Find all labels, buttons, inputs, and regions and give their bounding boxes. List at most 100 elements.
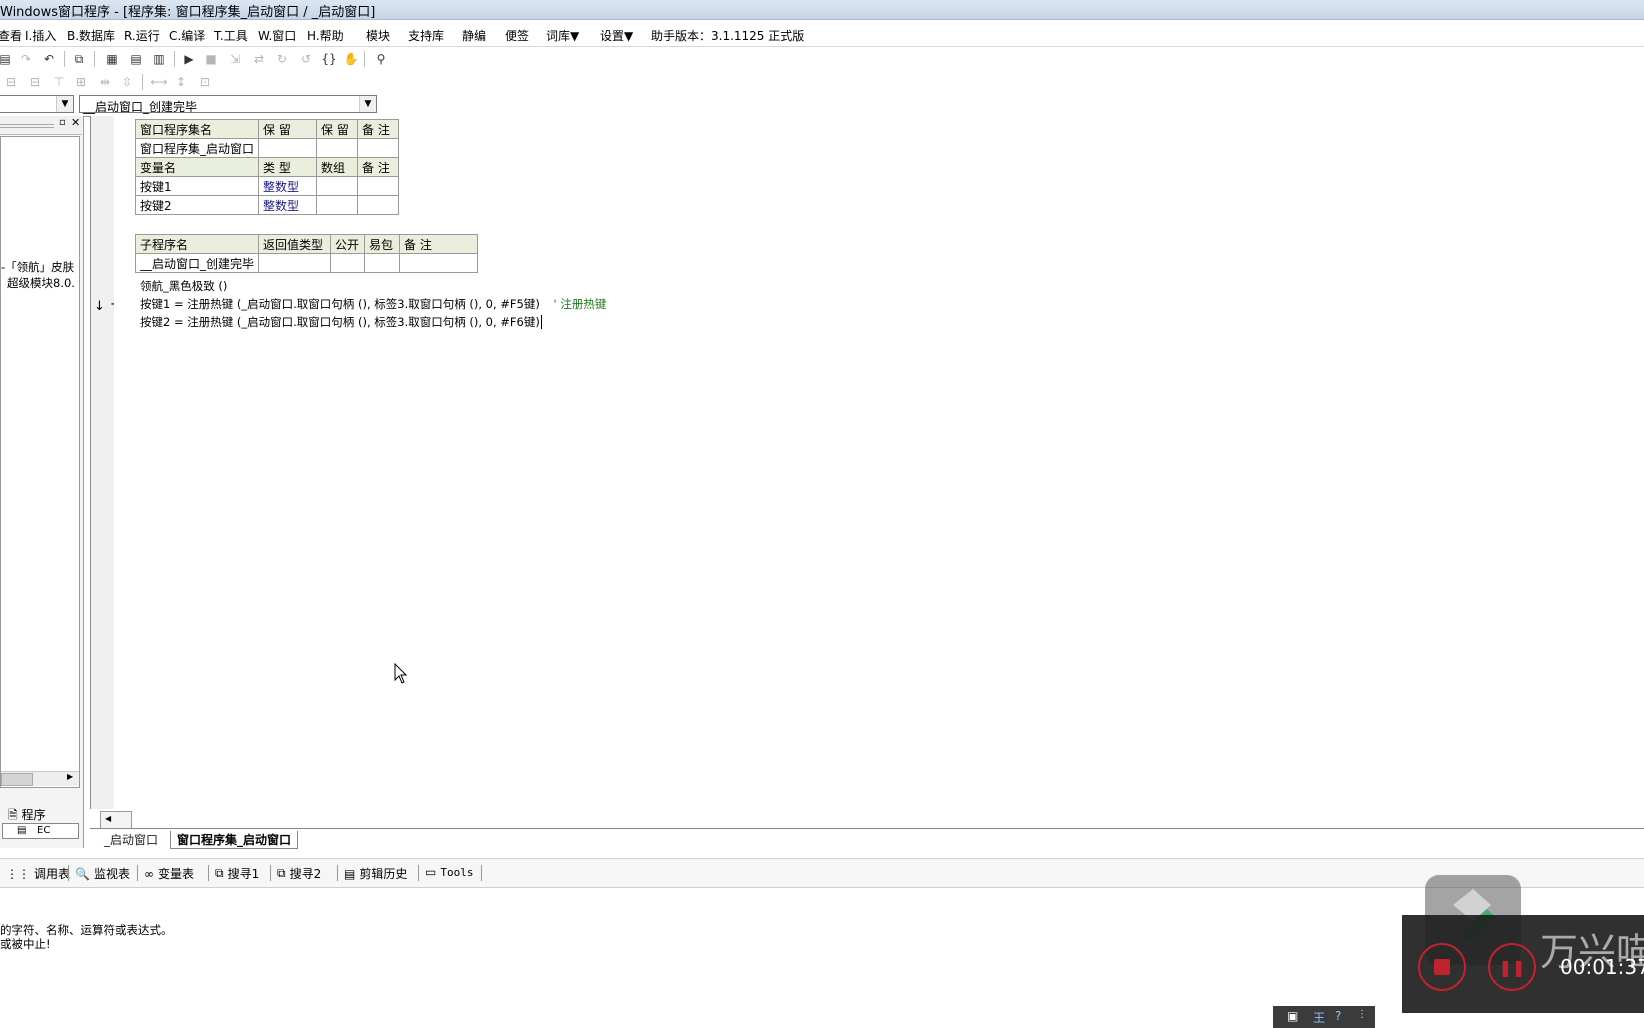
table-cell[interactable]: __启动窗口_创建完毕 <box>134 253 260 273</box>
undo-icon[interactable]: ↶ <box>40 50 58 68</box>
same-height-icon[interactable]: ↕ <box>172 73 190 91</box>
layout2-icon[interactable]: ▤ <box>127 50 145 68</box>
ec-icon: ▤ <box>17 825 27 836</box>
chevron-down-icon[interactable]: ▼ <box>56 96 73 112</box>
output-line: 或被中止! <box>0 937 51 951</box>
table-header: 备 注 <box>399 234 479 254</box>
tab-assembly[interactable]: 窗口程序集_启动窗口 <box>170 831 299 849</box>
code-line-3[interactable]: 按键2 = 注册热键 (_启动窗口.取窗口句柄 (), 标签3.取窗口句柄 ()… <box>140 314 542 330</box>
menu-view[interactable]: 查看 <box>0 27 22 44</box>
horizontal-scrollbar[interactable]: ▶ <box>1 771 79 786</box>
align-middle-icon[interactable]: ⊞ <box>72 73 90 91</box>
maximize-icon[interactable]: ▫ <box>59 117 66 128</box>
table-cell[interactable] <box>316 195 359 215</box>
menu-tools[interactable]: T.工具 <box>214 27 248 44</box>
step-icon-3[interactable]: ↻ <box>273 50 291 68</box>
chevron-right-icon[interactable]: ▶ <box>67 772 73 781</box>
table-cell[interactable] <box>258 253 332 273</box>
code-line-1[interactable]: 领航_黑色极致 () <box>140 278 227 294</box>
step-icon-1[interactable]: ⇲ <box>226 50 244 68</box>
menu-settings[interactable]: 设置▼ <box>600 27 633 44</box>
program-tree[interactable]: -「领航」皮肤 超级模块8.0. ▶ <box>0 136 80 788</box>
menu-database[interactable]: B.数据库 <box>67 27 115 44</box>
menu-notes[interactable]: 便签 <box>505 27 529 44</box>
menu-run[interactable]: R.运行 <box>124 27 160 44</box>
same-width-icon[interactable]: ⟷ <box>150 73 168 91</box>
table-cell[interactable]: 按键2 <box>134 195 260 215</box>
table-cell[interactable] <box>357 138 400 158</box>
paste-icon[interactable]: ▤ <box>0 50 14 68</box>
align-left-icon[interactable]: ⊟ <box>2 73 20 91</box>
stop-record-button[interactable] <box>1418 943 1466 991</box>
tab-clip-history[interactable]: ▤ 剪辑历史 <box>344 865 407 882</box>
table-cell[interactable] <box>399 253 479 273</box>
table-cell[interactable] <box>258 138 318 158</box>
table-header: 子程序名 <box>134 234 260 254</box>
help-icon[interactable]: ? <box>1335 1009 1341 1023</box>
table-cell[interactable] <box>357 195 400 215</box>
tab-call-table[interactable]: ⋮⋮ 调用表 <box>6 865 70 882</box>
step-icon-2[interactable]: ⇄ <box>250 50 268 68</box>
object-combo[interactable]: ▼ <box>0 95 74 113</box>
table-cell[interactable]: 整数型 <box>258 176 318 196</box>
chevron-down-icon[interactable]: ▼ <box>359 96 376 112</box>
menu-help[interactable]: H.帮助 <box>307 27 344 44</box>
tree-item[interactable]: 超级模块8.0. <box>7 275 75 291</box>
find-icon[interactable]: ⧉ <box>70 50 88 68</box>
tab-search-2[interactable]: ⧉ 搜寻2 <box>277 865 321 882</box>
editor-scroll-left[interactable]: ◀ <box>100 811 132 829</box>
run-icon[interactable]: ▶ <box>180 50 198 68</box>
table-cell[interactable] <box>316 176 359 196</box>
braces-icon[interactable]: {} <box>320 50 338 68</box>
hand-icon[interactable]: ✋ <box>342 50 360 68</box>
code-line-2[interactable]: 按键1 = 注册热键 (_启动窗口.取窗口句柄 (), 标签3.取窗口句柄 ()… <box>140 296 606 312</box>
event-combo[interactable]: __启动窗口_创建完毕 ▼ <box>79 95 377 114</box>
align-top-icon[interactable]: ⊤ <box>50 73 68 91</box>
table-cell[interactable] <box>330 253 366 273</box>
tab-search-1[interactable]: ⧉ 搜寻1 <box>215 865 259 882</box>
stop-icon[interactable]: ■ <box>202 50 220 68</box>
tray-app-icon[interactable]: ▣ <box>1287 1009 1298 1023</box>
menu-module[interactable]: 模块 <box>366 27 390 44</box>
table-cell[interactable]: 窗口程序集_启动窗口 <box>134 138 260 158</box>
glasses-icon: ∞ <box>144 866 154 881</box>
tab-variables[interactable]: ∞ 变量表 <box>144 865 194 882</box>
table-cell[interactable]: 整数型 <box>258 195 318 215</box>
tree-item[interactable]: -「领航」皮肤 <box>1 259 74 275</box>
table-header: 返回值类型 <box>258 234 332 254</box>
align-center-icon[interactable]: ⊟ <box>26 73 44 91</box>
space-v-icon[interactable]: ⇳ <box>118 73 136 91</box>
table-cell[interactable]: 按键1 <box>134 176 260 196</box>
text-cursor: ​ <box>540 315 542 329</box>
menu-support-lib[interactable]: 支持库 <box>408 27 444 44</box>
menu-window[interactable]: W.窗口 <box>258 27 296 44</box>
space-h-icon[interactable]: ⇹ <box>96 73 114 91</box>
layout1-icon[interactable]: ▦ <box>103 50 121 68</box>
menu-lexicon[interactable]: 词库▼ <box>546 27 579 44</box>
redo-icon[interactable]: ↷ <box>17 50 35 68</box>
tab-tools[interactable]: ▭ Tools <box>425 865 473 879</box>
layout3-icon[interactable]: ▥ <box>150 50 168 68</box>
tab-ec[interactable]: ▤ EC <box>2 823 79 839</box>
table-cell[interactable] <box>357 176 400 196</box>
ime-icon[interactable]: 王 <box>1313 1009 1325 1026</box>
code-editor[interactable]: 窗口程序集名 保 留 保 留 备 注 窗口程序集_启动窗口 变量名 类 型 数组… <box>100 116 1644 829</box>
table-cell[interactable] <box>364 253 401 273</box>
output-panel: 的字符、名称、运算符或表达式。 或被中止! <box>0 888 1644 1018</box>
tray-menu-icon[interactable]: ⋮ <box>1357 1009 1367 1020</box>
table-cell[interactable] <box>316 138 359 158</box>
tab-watch[interactable]: 🔍 监视表 <box>75 865 130 882</box>
menu-compile[interactable]: C.编译 <box>169 27 205 44</box>
menu-static-compile[interactable]: 静编 <box>462 27 486 44</box>
table-header: 备 注 <box>357 157 400 177</box>
step-icon-4[interactable]: ↺ <box>297 50 315 68</box>
search-icon: ⧉ <box>277 866 286 880</box>
chevron-left-icon[interactable]: ◀ <box>105 814 111 823</box>
scrollbar-thumb[interactable] <box>1 773 33 786</box>
pause-record-button[interactable]: ❚❚ <box>1488 943 1536 991</box>
close-icon[interactable]: ✕ <box>71 116 80 129</box>
binoculars-icon[interactable]: ⚲ <box>372 50 390 68</box>
menu-insert[interactable]: I.插入 <box>25 27 56 44</box>
tab-startup-window[interactable]: _启动窗口 <box>98 831 164 848</box>
same-size-icon[interactable]: ⊡ <box>196 73 214 91</box>
